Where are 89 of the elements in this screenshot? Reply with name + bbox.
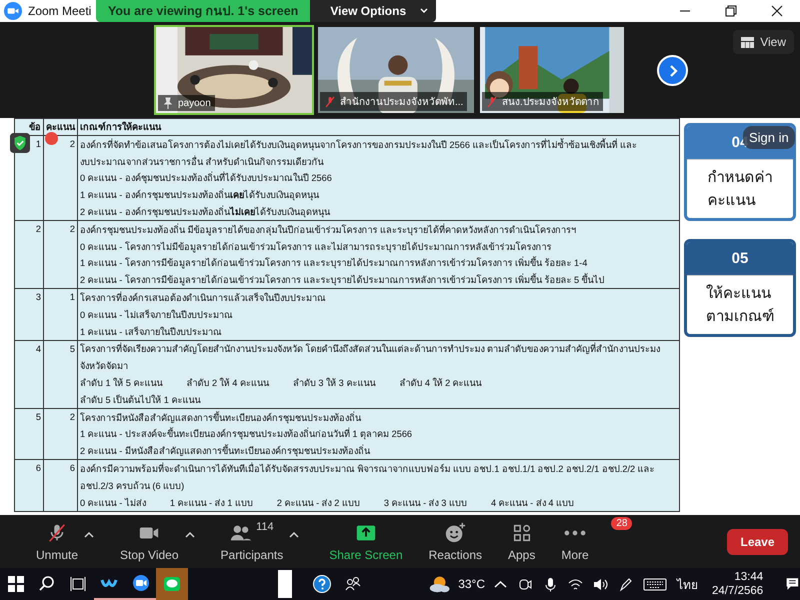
pen-icon[interactable] bbox=[618, 576, 633, 592]
criteria-text: โครงการมีหนังสือสำคัญแสดงการขึ้นทะเบียนองค์กรชุมชนประมงท้องถิ่น bbox=[80, 410, 361, 425]
caret-icon[interactable] bbox=[84, 530, 94, 538]
participant-count: 114 bbox=[256, 521, 274, 533]
view-options-button[interactable]: View Options bbox=[310, 0, 436, 22]
item-number: 2 bbox=[36, 222, 41, 236]
apps-button[interactable]: Apps bbox=[508, 521, 536, 562]
criteria-text: ลำดับ 2 ให้ 4 คะแนน bbox=[186, 376, 269, 390]
criteria-text: 0 คะแนน - องค์ชุมชนประมงท้องถิ่นที่ได้รับงบประมาณในปี 2566 bbox=[80, 170, 332, 186]
item-number: 1 bbox=[36, 138, 41, 151]
caret-icon bbox=[420, 8, 428, 14]
view-button[interactable]: View bbox=[733, 30, 794, 54]
notification-badge: 28 bbox=[611, 517, 632, 530]
score-cell-text: 6 bbox=[70, 462, 75, 476]
temperature: 33°C bbox=[458, 577, 485, 591]
wifi-icon[interactable] bbox=[568, 576, 583, 592]
item-number: 6 bbox=[36, 462, 41, 476]
pin-icon bbox=[162, 97, 174, 109]
speaker-icon[interactable] bbox=[593, 576, 608, 592]
criteria-text: ลำดับ 5 เป็นต้นไปให้ 1 คะแนน bbox=[80, 394, 200, 407]
muted-mic-icon bbox=[324, 96, 336, 108]
criteria-text: 0 คะแนน - ไม่ส่ง bbox=[80, 496, 146, 510]
caret-icon[interactable] bbox=[289, 530, 300, 538]
criteria-text: 0 คะแนน - ไม่เสร็จภายในปีงบประมาณ bbox=[80, 308, 233, 322]
step-number: 05 bbox=[732, 250, 748, 267]
item-number: 4 bbox=[36, 342, 41, 356]
video-tile[interactable]: สำนักงานประมงจังหวัดพัท... bbox=[316, 25, 476, 115]
video-tile[interactable]: payoon bbox=[154, 25, 314, 115]
grid-icon bbox=[741, 36, 754, 48]
criteria-text: 1 คะแนน - องค์กรชุมชนประมงท้องถิ่นเคยได้รับงบเงินอุดหนุน bbox=[80, 188, 319, 202]
criteria-text: ลำดับ 1 ให้ 5 คะแนน bbox=[80, 376, 162, 390]
criteria-text: จังหวัดจัดมา bbox=[80, 360, 128, 374]
mic-button[interactable]: Unmute bbox=[36, 521, 78, 562]
criteria-text: 3 คะแนน - ส่ง 3 แบบ bbox=[384, 496, 467, 510]
clock-date: 24/7/2566 bbox=[712, 584, 764, 598]
criteria-text: 1 คะแนน - ส่ง 1 แบบ bbox=[170, 496, 253, 510]
clock-time: 13:44 bbox=[734, 570, 764, 584]
restore-icon bbox=[725, 5, 737, 17]
step-label: ให้คะแนน ตามเกณฑ์ bbox=[706, 284, 774, 327]
item-number: 3 bbox=[36, 291, 41, 304]
criteria-text: โครงการที่จัดเรียงความสำคัญโดยสำนักงานประมงจังหวัด โดยคำนึงถึงสัดส่วนในแต่ละด้านการทำประมง ตามลำดับของความสำคัญที่สำนักงานประมง bbox=[80, 342, 660, 356]
criteria-text: องค์กรมีความพร้อมที่จะดำเนินการได้ทันทีเมื่อได้รับจัดสรรงบประมาณ พิจารณาจากแบบฟอร์ม แบบ อชป.1 อชป.1/1 อชป.2 อชป.2/1 อชป.2/2 และ bbox=[80, 462, 655, 476]
criteria-text: 1 คะแนน - ประสงค์จะขึ้นทะเบียนองค์กรชุมชนประมงท้องถิ่นก่อนวันที่ 1 ตุลาคม 2566 bbox=[80, 426, 412, 442]
next-page-button[interactable] bbox=[657, 55, 688, 86]
close-icon bbox=[771, 5, 783, 17]
more-icon bbox=[564, 530, 586, 536]
chat-app-icon[interactable] bbox=[156, 568, 188, 600]
keyboard-icon[interactable] bbox=[643, 576, 667, 592]
criteria-text: องค์กรชุมชนประมงท้องถิ่น มีข้อมูลรายได้ของกลุ่มในปีก่อนเข้าร่วมโครงการ และระบุรายได้ที่คาดหวังหลังการดำเนินโครงการฯ bbox=[80, 222, 576, 237]
item-number: 5 bbox=[36, 410, 41, 424]
video-button[interactable]: Stop Video bbox=[120, 521, 179, 562]
criteria-text: 0 คะแนน - โครงการไม่มีข้อมูลรายได้ก่อนเข้าร่วมโครงการ และไม่สามารถระบุรายได้ประมาณการหลังเข้าร่วมโครงการ bbox=[80, 240, 552, 254]
criteria-text: องค์กรที่จัดทำข้อเสนอโครงการต้องไม่เคยได้รับงบเงินอุดหนุนจากโครงการของกรมประมงในปี 2566 และเป็นโครงการที่ไม่ซ้ำซ้อนเชิงพื้นที่ และ bbox=[80, 137, 638, 152]
muted-mic-icon bbox=[486, 96, 498, 108]
criteria-text: โครงการที่องค์กรเสนอต้องดำเนินการแล้วเสร็จในปีงบประมาณ bbox=[80, 290, 326, 306]
windows-logo-icon bbox=[6, 575, 25, 593]
microphone-icon bbox=[543, 576, 558, 592]
language-indicator[interactable]: ไทย bbox=[677, 574, 698, 594]
criteria-text: อชป.2/3 ครบถ้วน (6 แบบ) bbox=[80, 480, 184, 493]
score-cell-text: 2 bbox=[70, 222, 75, 236]
criteria-text: 1 คะแนน - เสร็จภายในปีงบประมาณ bbox=[80, 326, 222, 339]
leave-button[interactable]: Leave bbox=[727, 528, 788, 554]
criteria-text: 2 คะแนน - โครงการมีข้อมูลรายได้ก่อนเข้าร่วมโครงการ และระบุรายได้ประมาณการหลังการเข้าร่วมโครงการ เพิ่มขึ้น ร้อยละ 5 ขึ้นไป bbox=[80, 272, 605, 288]
reactions-button[interactable]: Reactions bbox=[428, 521, 482, 562]
share-notice: You are viewing กนป. 1's screen bbox=[96, 0, 310, 22]
criteria-text: ลำดับ 3 ให้ 3 คะแนน bbox=[292, 376, 376, 390]
step-label: กำหนดค่า คะแนน bbox=[708, 168, 772, 211]
participant-name: สำนักงานประมงจังหวัดพัท... bbox=[320, 92, 468, 111]
window-title: Zoom Meeti bbox=[28, 4, 92, 18]
share-button[interactable]: Share Screen bbox=[329, 521, 403, 562]
criteria-text: 2 คะแนน - องค์กรชุมชนประมงท้องถิ่นไม่เคยได้รับงบเงินอุดหนุน bbox=[80, 204, 330, 220]
criteria-text: งบประมาณจากส่วนราชการอื่น สำหรับดำเนินกิจกรรมเดียวกัน bbox=[80, 154, 324, 169]
participant-name: payoon bbox=[158, 95, 215, 111]
score-cell-text: 5 bbox=[70, 342, 75, 356]
criteria-text: 4 คะแนน - ส่ง 4 แบบ bbox=[490, 496, 574, 510]
score-cell-text: 2 bbox=[70, 410, 75, 424]
criteria-text: 2 คะแนน - มีหนังสือสำคัญแสดงการขึ้นทะเบียนองค์กรชุมชนประมงท้องถิ่น bbox=[80, 443, 370, 458]
criteria-text: ลำดับ 4 ให้ 2 คะแนน bbox=[399, 376, 482, 390]
score-cell-text: 1 bbox=[70, 291, 75, 304]
participants-button[interactable]: 114 Participants bbox=[220, 521, 284, 562]
video-tile[interactable]: สนง.ประมงจังหวัดตาก bbox=[478, 25, 626, 115]
score-cell-text: 2 bbox=[70, 138, 75, 151]
smiley-plus-icon bbox=[444, 522, 466, 544]
criteria-text: 2 คะแนน - ส่ง 2 แบบ bbox=[276, 496, 360, 510]
caret-icon[interactable] bbox=[184, 530, 195, 538]
column-header: เกณฑ์การให้คะแนน bbox=[78, 118, 680, 136]
criteria-text: 1 คะแนน - โครงการมีข้อมูลรายได้ก่อนเข้าร่วมโครงการ และระบุรายได้ประมาณการหลังการเข้าร่วมโครงการ เพิ่มขึ้น ร้อยละ 1-4 bbox=[80, 255, 588, 270]
camera-icon bbox=[518, 576, 533, 592]
participant-name: สนง.ประมงจังหวัดตาก bbox=[482, 92, 603, 111]
